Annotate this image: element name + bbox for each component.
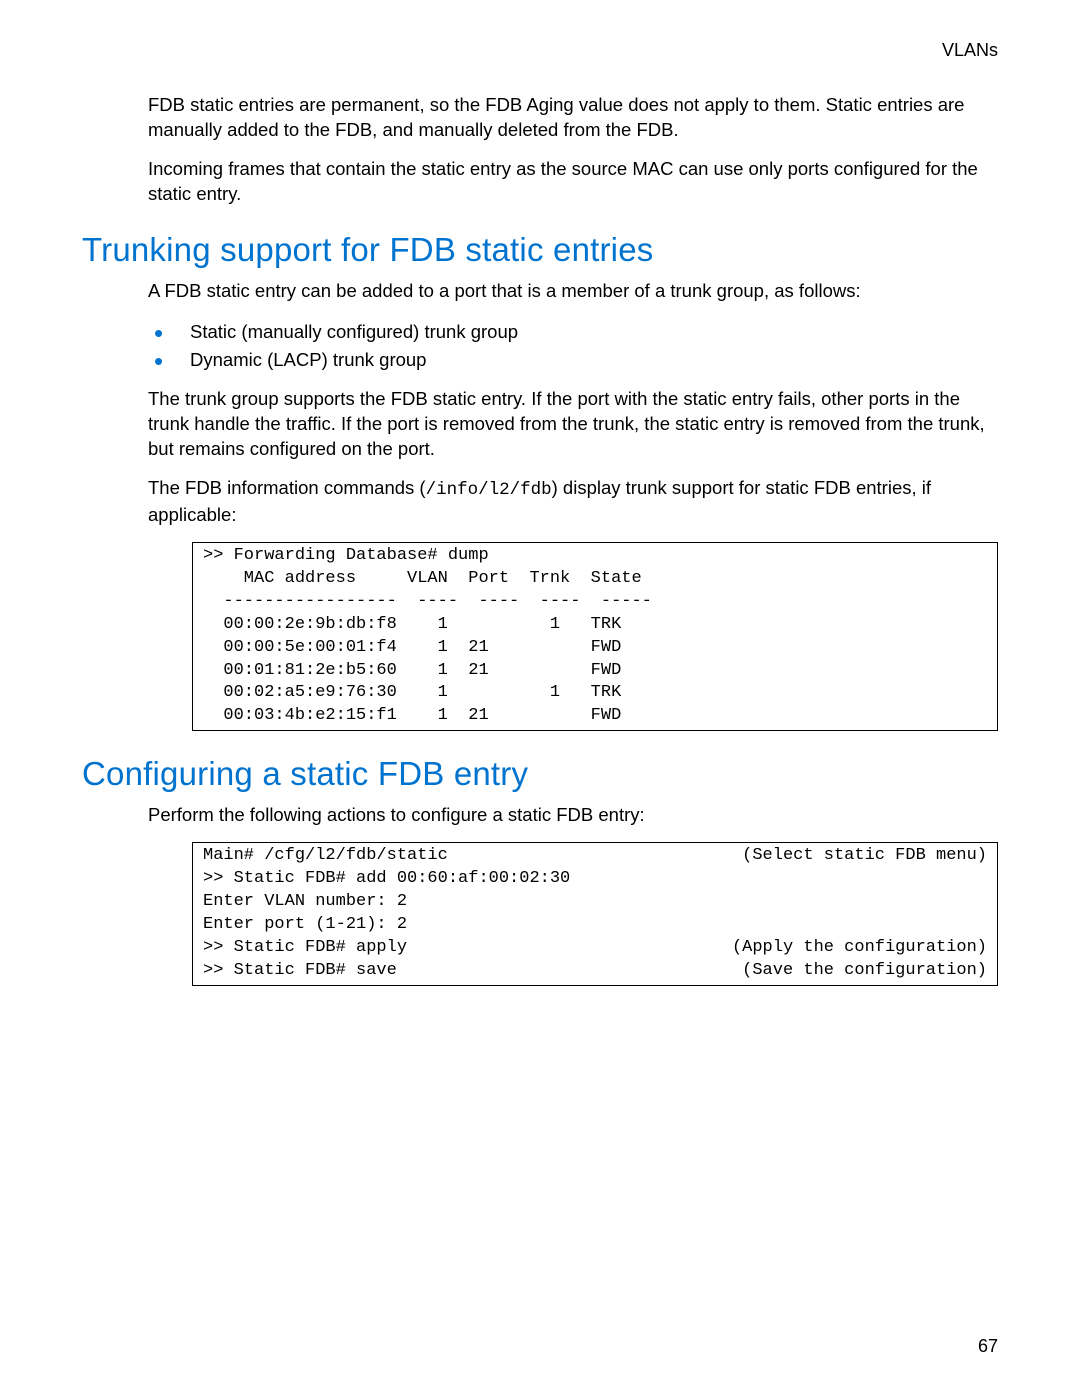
section-heading-configuring: Configuring a static FDB entry xyxy=(82,755,998,793)
code-line: ----------------- ---- ---- ---- ----- xyxy=(203,592,652,611)
code-line: 00:03:4b:e2:15:f1 1 21 FWD xyxy=(203,706,621,725)
text-fragment: The FDB information commands ( xyxy=(148,477,426,498)
page: VLANs FDB static entries are permanent, … xyxy=(0,0,1080,1397)
code-line: >> Static FDB# save(Save the configurati… xyxy=(203,960,987,983)
intro-paragraph-2: Incoming frames that contain the static … xyxy=(82,157,998,207)
section1-paragraph-1: A FDB static entry can be added to a por… xyxy=(82,279,998,304)
code-line: 00:02:a5:e9:76:30 1 1 TRK xyxy=(203,683,621,702)
code-line: 00:01:81:2e:b5:60 1 21 FWD xyxy=(203,661,621,680)
list-item: Dynamic (LACP) trunk group xyxy=(190,346,998,374)
bullet-list: Static (manually configured) trunk group… xyxy=(82,318,998,374)
code-line: >> Static FDB# add 00:60:af:00:02:30 xyxy=(203,868,987,891)
code-line: >> Forwarding Database# dump xyxy=(203,546,489,565)
code-line: 00:00:2e:9b:db:f8 1 1 TRK xyxy=(203,615,621,634)
static-fdb-config-output: Main# /cfg/l2/fdb/static(Select static F… xyxy=(192,842,998,986)
section1-paragraph-3: The FDB information commands (/info/l2/f… xyxy=(82,476,998,528)
code-line: 00:00:5e:00:01:f4 1 21 FWD xyxy=(203,638,621,657)
code-line: >> Static FDB# apply(Apply the configura… xyxy=(203,937,987,960)
section2-paragraph-1: Perform the following actions to configu… xyxy=(82,803,998,828)
code-line: MAC address VLAN Port Trnk State xyxy=(203,569,642,588)
header-section-label: VLANs xyxy=(82,40,998,61)
section1-paragraph-2: The trunk group supports the FDB static … xyxy=(82,387,998,462)
code-line: Main# /cfg/l2/fdb/static(Select static F… xyxy=(203,845,987,868)
section-heading-trunking: Trunking support for FDB static entries xyxy=(82,231,998,269)
code-line: Enter VLAN number: 2 xyxy=(203,891,987,914)
intro-paragraph-1: FDB static entries are permanent, so the… xyxy=(82,93,998,143)
page-number: 67 xyxy=(978,1336,998,1357)
list-item: Static (manually configured) trunk group xyxy=(190,318,998,346)
fdb-dump-output: >> Forwarding Database# dump MAC address… xyxy=(192,542,998,732)
inline-code: /info/l2/fdb xyxy=(426,480,552,500)
code-line: Enter port (1-21): 2 xyxy=(203,914,987,937)
